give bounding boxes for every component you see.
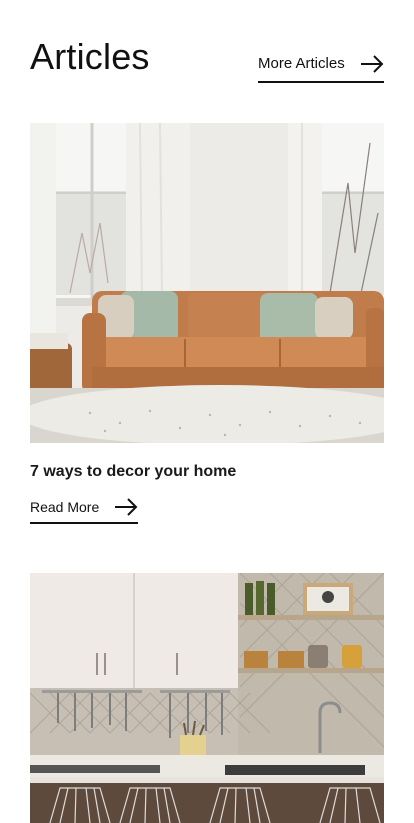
article-title[interactable]: 7 ways to decor your home [30,461,236,483]
more-articles-link[interactable]: More Articles [258,52,384,83]
read-more-link[interactable]: Read More [30,494,138,524]
more-articles-label: More Articles [258,54,345,72]
read-more-label: Read More [30,499,100,515]
article-image-kitchen[interactable] [30,573,384,823]
article-image-living-room[interactable] [30,123,384,443]
arrow-right-icon [361,54,384,73]
living-room-photo [30,123,384,443]
arrow-right-icon [115,498,138,516]
articles-header: Articles More Articles [30,34,384,84]
kitchen-photo [30,573,384,823]
page-title: Articles [30,36,150,77]
